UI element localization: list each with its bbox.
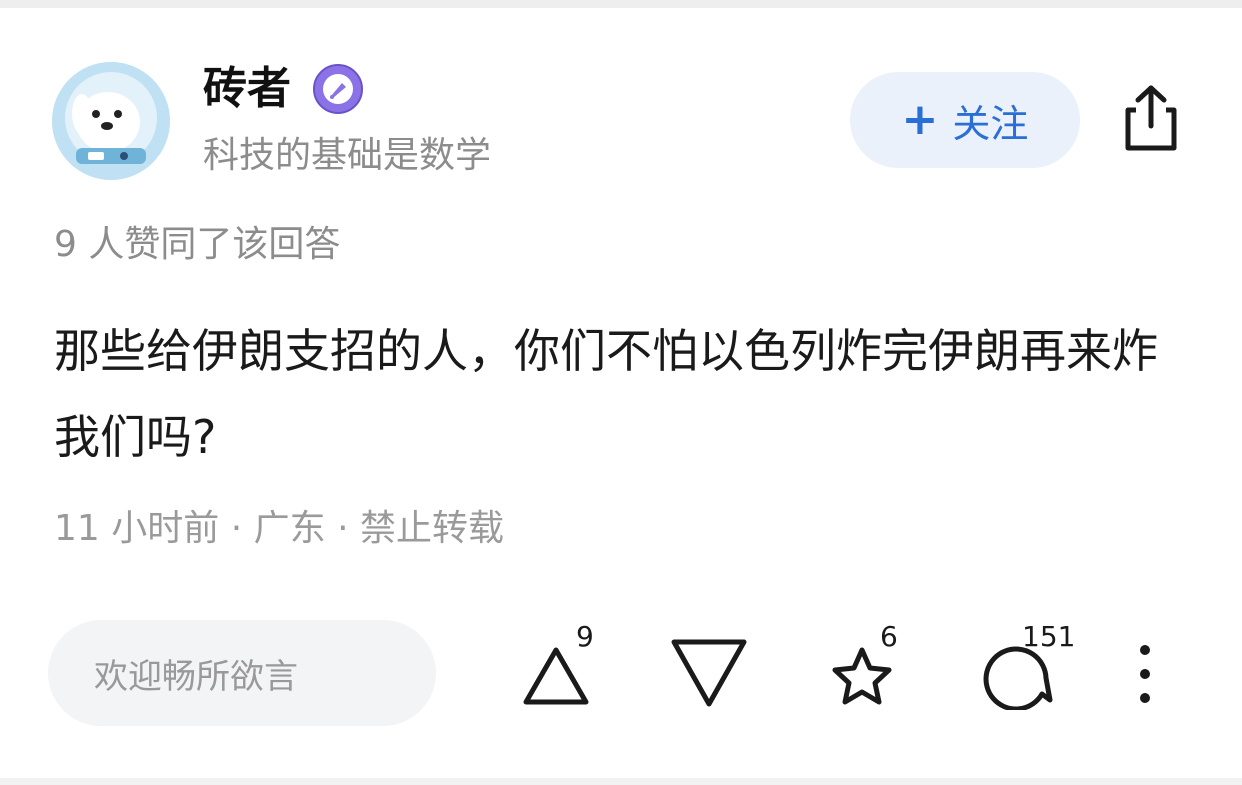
comment-input[interactable]: 欢迎畅所欲言	[48, 620, 436, 726]
comment-count: 151	[1022, 620, 1076, 653]
top-edge	[0, 0, 1242, 8]
upvote-button[interactable]: 9	[520, 620, 600, 710]
meta-separator: ·	[325, 508, 360, 549]
downvote-button[interactable]	[668, 632, 752, 710]
comment-placeholder: 欢迎畅所欲言	[94, 656, 298, 697]
comment-button[interactable]: 151	[976, 620, 1086, 710]
post-region: 广东	[253, 508, 326, 549]
approve-count-text[interactable]: 9 人赞同了该回答	[54, 222, 340, 268]
answer-meta: 11 小时前 · 广东 · 禁止转载	[54, 506, 504, 552]
downvote-triangle-icon	[671, 639, 747, 707]
pen-nib-badge-icon	[313, 64, 363, 114]
favorite-button[interactable]: 6	[822, 620, 912, 710]
answer-text: 那些给伊朗支招的人，你们不怕以色列炸完伊朗再来炸我们吗?	[54, 324, 1158, 464]
meta-separator: ·	[219, 508, 254, 549]
author-name[interactable]: 砖者	[203, 62, 291, 116]
post-time: 11 小时前	[54, 508, 220, 549]
more-options-button[interactable]	[1128, 642, 1162, 706]
favorite-count: 6	[880, 620, 898, 653]
more-dots-icon	[1140, 645, 1150, 703]
astronaut-dog-avatar-icon	[52, 62, 170, 180]
author-bio: 科技的基础是数学	[203, 135, 492, 176]
star-icon	[832, 647, 892, 705]
author-avatar[interactable]	[52, 62, 170, 180]
follow-label: 关注	[952, 101, 1029, 146]
bottom-edge	[0, 778, 1242, 785]
share-icon[interactable]	[1118, 82, 1184, 154]
plus-icon: +	[901, 94, 939, 145]
copyright-notice: 禁止转载	[359, 508, 504, 549]
follow-button[interactable]: + 关注	[850, 72, 1080, 168]
upvote-count: 9	[576, 620, 594, 653]
